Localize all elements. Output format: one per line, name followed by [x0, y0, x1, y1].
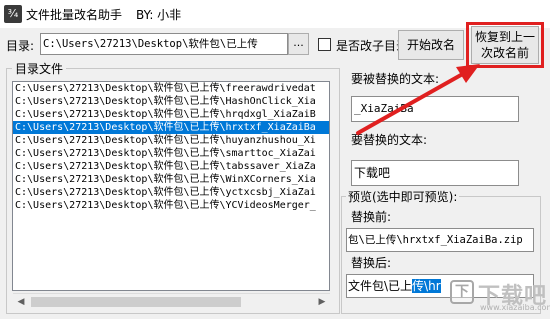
- window-title: 文件批量改名助手: [26, 8, 123, 22]
- scroll-right-arrow-icon[interactable]: ▶: [314, 294, 330, 310]
- watermark-logo: 下: [450, 280, 474, 304]
- file-listbox[interactable]: C:\Users\27213\Desktop\软件包\已上传\freerawdr…: [12, 81, 330, 291]
- list-item[interactable]: C:\Users\27213\Desktop\软件包\已上传\WinXCorne…: [13, 173, 329, 186]
- list-item[interactable]: C:\Users\27213\Desktop\软件包\已上传\smarttoc_…: [13, 147, 329, 160]
- preview-group-title: 预览(选中即可预览):: [346, 188, 460, 205]
- directory-label: 目录:: [6, 39, 35, 53]
- watermark-url: www.xiazaiba.com: [480, 303, 550, 312]
- horizontal-scrollbar[interactable]: ◀ ▶: [13, 293, 330, 309]
- app-icon: ¾: [4, 5, 22, 23]
- replace-text-input[interactable]: 下载吧: [351, 160, 519, 186]
- scroll-left-arrow-icon[interactable]: ◀: [13, 294, 29, 310]
- scrollbar-thumb[interactable]: [31, 297, 241, 307]
- list-item[interactable]: C:\Users\27213\Desktop\软件包\已上传\freerawdr…: [13, 82, 329, 95]
- before-preview-field[interactable]: 包\已上传\hrxtxf_XiaZaiBa.zip: [346, 228, 534, 252]
- list-item[interactable]: C:\Users\27213\Desktop\软件包\已上传\huyanzhus…: [13, 134, 329, 147]
- list-item[interactable]: C:\Users\27213\Desktop\软件包\已上传\tabssaver…: [13, 160, 329, 173]
- window-author: BY: 小非: [136, 8, 182, 22]
- directory-input[interactable]: C:\Users\27213\Desktop\软件包\已上传: [40, 33, 288, 55]
- subdir-checkbox[interactable]: [318, 38, 331, 51]
- list-item-selected[interactable]: C:\Users\27213\Desktop\软件包\已上传\hrxtxf_Xi…: [13, 121, 329, 134]
- red-arrow-icon: [356, 64, 480, 135]
- list-item[interactable]: C:\Users\27213\Desktop\软件包\已上传\hrqdxgl_X…: [13, 108, 329, 121]
- list-item[interactable]: C:\Users\27213\Desktop\软件包\已上传\yctxcsbj_…: [13, 186, 329, 199]
- after-label: 替换后:: [351, 256, 392, 270]
- file-list-group-title: 目录文件: [12, 60, 67, 77]
- before-label: 替换前:: [351, 210, 392, 224]
- browse-button[interactable]: ...: [288, 33, 309, 55]
- list-item[interactable]: C:\Users\27213\Desktop\软件包\已上传\YCVideosM…: [13, 199, 329, 212]
- after-preview-text: 文件包\已上: [348, 279, 413, 293]
- list-item[interactable]: C:\Users\27213\Desktop\软件包\已上传\HashOnCli…: [13, 95, 329, 108]
- after-preview-selection: 传\hr: [412, 279, 441, 293]
